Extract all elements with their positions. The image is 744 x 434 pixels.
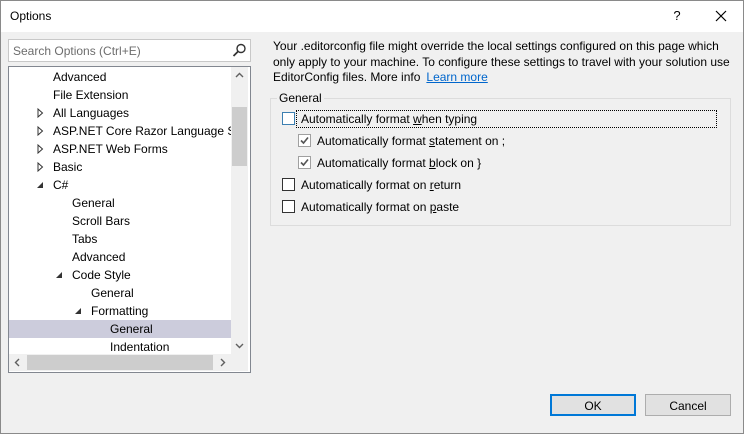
info-text: Your .editorconfig file might override t… xyxy=(273,39,730,84)
search-button[interactable] xyxy=(231,42,248,59)
tree-item-label: ASP.NET Core Razor Language Ser xyxy=(53,124,247,138)
tree-item-label: ASP.NET Web Forms xyxy=(53,142,168,156)
tree-item[interactable]: Formatting xyxy=(9,302,231,320)
tree-item-label: All Languages xyxy=(53,106,130,120)
ok-button[interactable]: OK xyxy=(550,394,636,416)
checkbox-unchecked[interactable] xyxy=(282,178,295,191)
help-button[interactable]: ? xyxy=(665,5,689,27)
chevron-up-icon xyxy=(235,72,244,78)
tree-vertical-scrollbar[interactable] xyxy=(231,67,248,354)
tree-item[interactable]: Advanced xyxy=(9,68,231,86)
vertical-scroll-thumb[interactable] xyxy=(232,107,247,166)
cancel-button[interactable]: Cancel xyxy=(645,394,731,416)
tree-item[interactable]: Code Style xyxy=(9,266,231,284)
tree-item[interactable]: ASP.NET Core Razor Language Ser xyxy=(9,122,246,140)
checkbox-unchecked[interactable] xyxy=(282,200,295,213)
tree-item[interactable]: Advanced xyxy=(9,248,231,266)
tree-item[interactable]: Scroll Bars xyxy=(9,212,231,230)
tree-item[interactable]: File Extension xyxy=(9,86,231,104)
title-bar: Options ? xyxy=(1,1,743,32)
check-icon xyxy=(300,136,309,145)
learn-more-link[interactable]: Learn more xyxy=(426,70,487,84)
options-tree: Indentation General Formatting General Code … xyxy=(8,66,251,373)
tree-item-label: Advanced xyxy=(72,250,126,264)
tree-item-label: Basic xyxy=(53,160,83,174)
tree-expanded-icon[interactable] xyxy=(55,266,65,284)
editorconfig-info: Your .editorconfig file might override t… xyxy=(273,39,735,86)
scroll-left-button[interactable] xyxy=(9,354,26,371)
tree-expanded-icon[interactable] xyxy=(74,302,84,320)
tree-item-label: Scroll Bars xyxy=(72,214,131,228)
search-box xyxy=(8,39,251,62)
tree-item[interactable]: General xyxy=(9,284,231,302)
scrollbar-corner xyxy=(231,354,248,371)
tree-item[interactable]: Tabs xyxy=(9,230,231,248)
tree-collapsed-icon[interactable] xyxy=(36,122,46,140)
horizontal-scroll-thumb[interactable] xyxy=(27,355,213,370)
close-button[interactable] xyxy=(707,5,735,27)
checkbox-checked[interactable] xyxy=(298,156,311,169)
tree-horizontal-scrollbar[interactable] xyxy=(9,354,231,371)
tree-item-label: General xyxy=(91,286,134,300)
tree-expanded-icon[interactable] xyxy=(36,176,46,194)
tree-item[interactable]: Basic xyxy=(9,158,231,176)
general-group-label: General xyxy=(277,91,324,105)
option-label: Automatically format on return xyxy=(301,178,462,192)
tree-item[interactable]: General xyxy=(9,320,231,338)
tree-item[interactable]: ASP.NET Web Forms xyxy=(9,140,231,158)
close-icon xyxy=(715,10,727,22)
scroll-right-button[interactable] xyxy=(214,354,231,371)
tree-item-label: Formatting xyxy=(91,304,149,318)
chevron-left-icon xyxy=(14,358,20,367)
tree-item[interactable]: C# xyxy=(9,176,231,194)
option-label: Automatically format statement on ; xyxy=(317,134,506,148)
search-icon xyxy=(232,43,246,57)
tree-item-label: General xyxy=(72,196,115,210)
tree-collapsed-icon[interactable] xyxy=(36,104,46,122)
tree-item-label: File Extension xyxy=(53,88,129,102)
checkbox-checked[interactable] xyxy=(298,134,311,147)
tree-item-label: C# xyxy=(53,178,69,192)
tree-collapsed-icon[interactable] xyxy=(36,140,46,158)
chevron-down-icon xyxy=(235,343,244,349)
window-title: Options xyxy=(10,9,52,23)
tree-item-label: General xyxy=(110,322,153,336)
search-input[interactable] xyxy=(9,40,227,61)
check-icon xyxy=(300,158,309,167)
option-label: Automatically format block on } xyxy=(317,156,482,170)
checkbox-unchecked[interactable] xyxy=(282,112,295,125)
option-label: Automatically format on paste xyxy=(301,200,460,214)
tree-item-label: Tabs xyxy=(72,232,98,246)
chevron-right-icon xyxy=(220,358,226,367)
scroll-down-button[interactable] xyxy=(231,337,248,354)
tree-item[interactable]: General xyxy=(9,194,231,212)
tree-item-label: Advanced xyxy=(53,70,107,84)
scroll-up-button[interactable] xyxy=(231,67,248,84)
tree-item-label: Code Style xyxy=(72,268,131,282)
tree-collapsed-icon[interactable] xyxy=(36,158,46,176)
option-label: Automatically format when typing xyxy=(301,112,478,126)
tree-item[interactable]: All Languages xyxy=(9,104,231,122)
